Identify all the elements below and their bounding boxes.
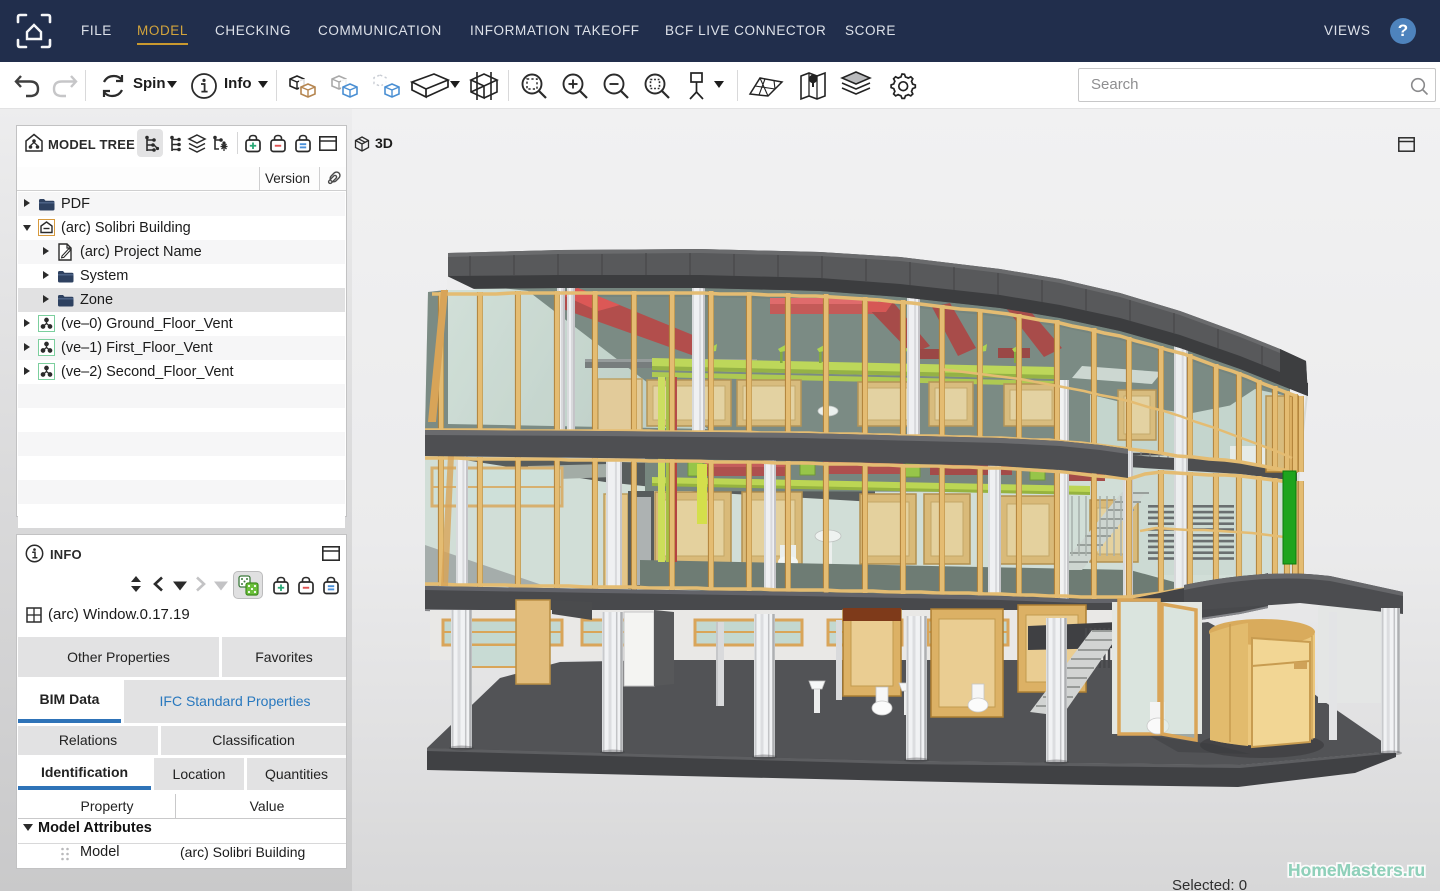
svg-text:HomeMasters.ru: HomeMasters.ru	[1288, 860, 1425, 880]
svg-text:Selected: 0: Selected: 0	[1172, 877, 1247, 891]
